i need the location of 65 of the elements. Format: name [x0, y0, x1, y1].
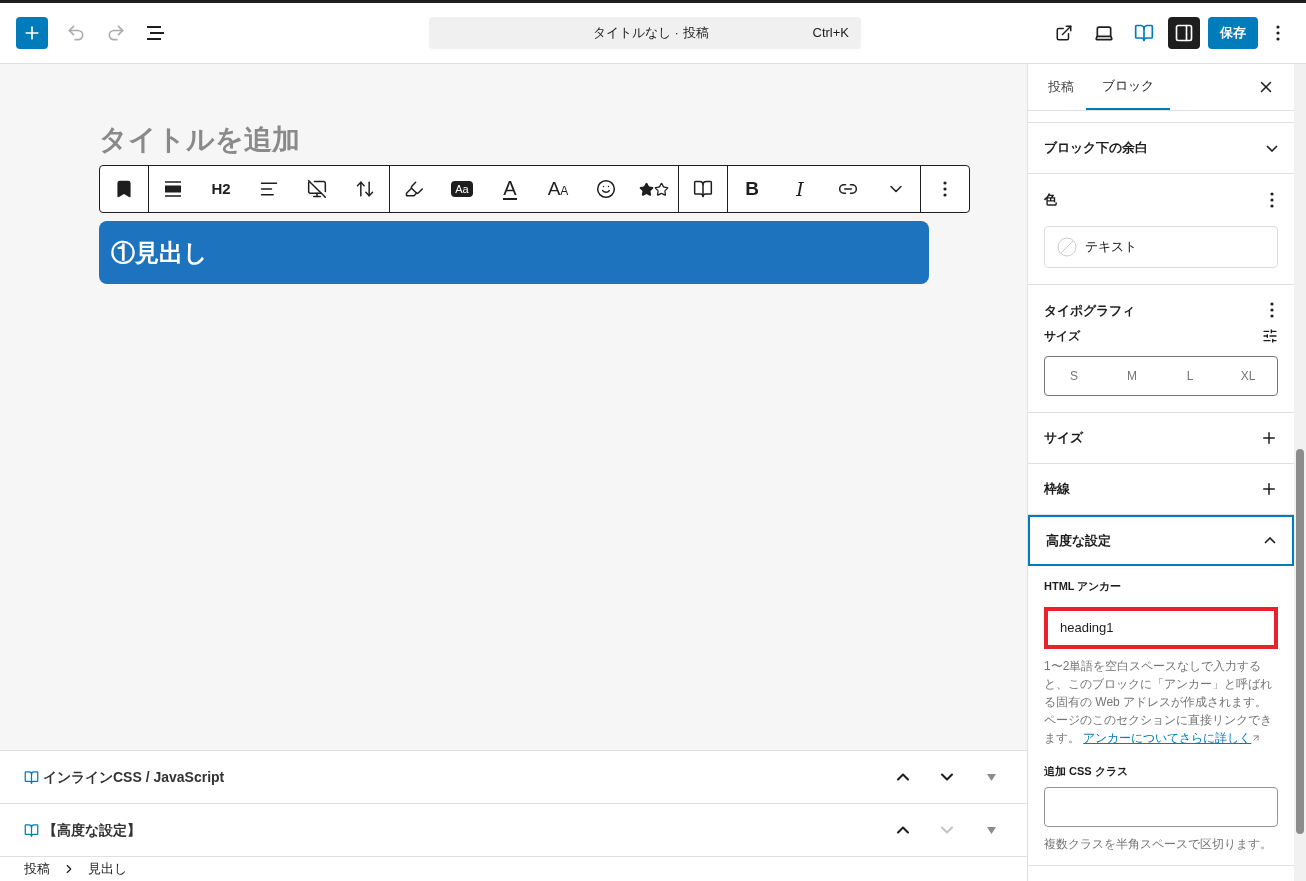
heading-block[interactable]: ①見出し: [99, 221, 929, 284]
highlighter-icon: [404, 179, 424, 199]
list-view-icon: [145, 25, 167, 41]
breadcrumb-current: 見出し: [88, 860, 127, 879]
no-color-swatch-icon: [1057, 236, 1077, 257]
toolbar-button[interactable]: B: [728, 166, 776, 212]
toolbar-button[interactable]: A: [486, 166, 534, 212]
custom-size-button[interactable]: [1262, 328, 1278, 344]
toolbar-button[interactable]: I: [776, 166, 824, 212]
settings-toggle-button[interactable]: [1168, 17, 1200, 49]
help-text: 複数クラスを半角スペースで区切ります。: [1044, 836, 1273, 853]
spacer-icon: [355, 179, 375, 199]
triangle-down-icon: [986, 773, 996, 781]
align-left-icon: [259, 179, 279, 199]
meta-box-title: 【高度な設定】: [43, 820, 141, 840]
sidebar-tab[interactable]: 投稿: [1036, 64, 1086, 110]
book-icon: [24, 822, 39, 838]
meta-box-title: インラインCSS / JavaScript: [43, 767, 225, 787]
panel-title: 色: [1044, 191, 1057, 209]
field-label: サイズ: [1044, 328, 1080, 344]
more-options-icon: [1276, 25, 1280, 41]
help-link[interactable]: アンカーについてさらに詳しく: [1083, 730, 1252, 745]
toolbar-button[interactable]: H2: [197, 166, 245, 212]
plus-icon: [1260, 480, 1278, 498]
panel-title: タイポグラフィ: [1044, 301, 1135, 320]
more-options-icon: [1270, 191, 1274, 208]
stars-icon: [639, 181, 669, 197]
css-class-input-field[interactable]: [1044, 787, 1278, 827]
more-options-icon: [1270, 302, 1274, 319]
laptop-icon: [1094, 23, 1114, 43]
undo-icon: [66, 23, 86, 43]
color-item[interactable]: テキスト: [1045, 226, 1277, 267]
smiley-icon: [596, 179, 616, 199]
chevron-up-icon: [1264, 537, 1276, 544]
field-label: HTML アンカー: [1044, 579, 1123, 594]
toolbar-button[interactable]: Aa: [438, 166, 486, 212]
redo-icon: [106, 23, 126, 43]
book-icon: [693, 179, 713, 199]
size-option[interactable]: XL: [1219, 357, 1277, 395]
chevron-down-icon: [1266, 144, 1278, 152]
sliders-icon: [1262, 328, 1278, 344]
sidebar-tab[interactable]: ブロック: [1086, 64, 1170, 110]
save-button[interactable]: 保存: [1208, 17, 1258, 49]
bookmark-icon: [114, 179, 134, 199]
command-bar[interactable]: タイトルなし · 投稿 Ctrl+K: [429, 17, 861, 49]
anchor-input-field[interactable]: heading1: [1044, 606, 1278, 649]
external-link-icon: [1251, 733, 1262, 744]
size-option[interactable]: S: [1045, 357, 1103, 395]
breadcrumb-link[interactable]: 投稿: [24, 859, 50, 879]
field-label: 追加 CSS クラス: [1044, 763, 1129, 779]
book-icon: [24, 769, 39, 785]
book-icon: [1134, 23, 1154, 43]
size-option[interactable]: L: [1161, 357, 1219, 395]
triangle-down-icon: [986, 826, 996, 834]
plus-icon: [1260, 429, 1278, 447]
add-block-button[interactable]: [16, 17, 48, 49]
sidebar-icon: [1174, 23, 1194, 43]
panel-header[interactable]: 高度な設定: [1028, 515, 1294, 566]
toolbar-button[interactable]: AA: [534, 166, 582, 212]
monitor-slash-icon: [307, 179, 327, 199]
external-link-icon: [1055, 24, 1073, 42]
size-option[interactable]: M: [1103, 357, 1161, 395]
wide-align-icon: [164, 181, 182, 197]
more-options-icon: [943, 181, 947, 197]
help-text: 1〜2単語を空白スペースなしで入力すると、このブロックに「アンカー」と呼ばれる固有の Web アドレスが作成されます。ページのこのセクションに直接リンクできます。 アンカーについてさらに詳しく: [1044, 657, 1273, 747]
